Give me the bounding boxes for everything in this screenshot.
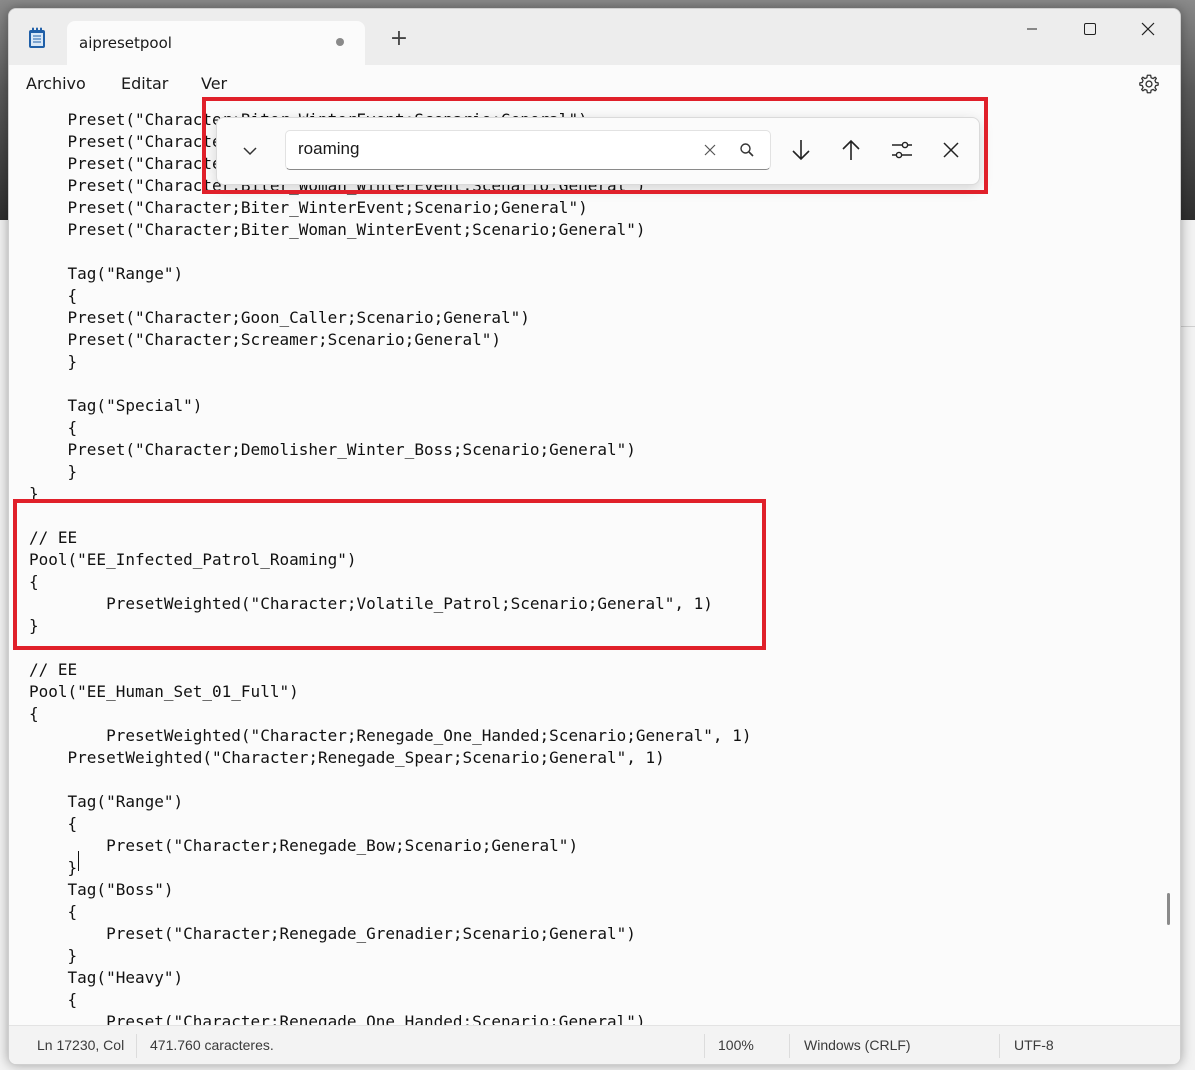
new-tab-button[interactable]: + (387, 28, 411, 53)
code-line: Tag("Heavy") (29, 968, 184, 987)
code-line: Preset("Character;Goon_Caller;Scenario;G… (29, 308, 530, 327)
status-bar: Ln 17230, Col 471.760 caracteres. 100% W… (9, 1025, 1180, 1064)
code-line: { (29, 704, 39, 723)
code-line: } (29, 352, 78, 371)
settings-gear-icon[interactable] (1138, 73, 1160, 95)
character-count: 471.760 caracteres. (150, 1037, 274, 1053)
status-separator (704, 1034, 705, 1058)
code-line: Preset("Character;Renegade_One_Handed;Sc… (29, 1012, 646, 1025)
code-line: { (29, 286, 78, 305)
status-separator (999, 1034, 1000, 1058)
status-separator (136, 1034, 137, 1058)
line-ending[interactable]: Windows (CRLF) (804, 1037, 911, 1053)
menu-editar[interactable]: Editar (121, 74, 168, 93)
unsaved-dot-icon[interactable] (336, 38, 344, 46)
notepad-icon (29, 27, 45, 48)
code-line: Preset("Character;Renegade_Grenadier;Sce… (29, 924, 636, 943)
annotation-highlight-code (13, 499, 766, 650)
code-line: PresetWeighted("Character;Renegade_Spear… (29, 748, 665, 767)
code-line: { (29, 814, 78, 833)
code-line: Tag("Range") (29, 792, 184, 811)
cursor-position[interactable]: Ln 17230, Col (37, 1037, 124, 1053)
code-line: { (29, 902, 78, 921)
code-line: } (29, 462, 78, 481)
close-icon (1141, 22, 1155, 36)
zoom-level[interactable]: 100% (718, 1037, 754, 1053)
vertical-scrollbar[interactable] (1167, 893, 1170, 925)
maximize-button[interactable] (1062, 9, 1118, 49)
code-line: PresetWeighted("Character;Renegade_One_H… (29, 726, 752, 745)
maximize-icon (1084, 23, 1096, 35)
minimize-icon (1027, 28, 1037, 30)
status-separator (789, 1034, 790, 1058)
code-line: Tag("Special") (29, 396, 203, 415)
code-line: } (29, 858, 78, 877)
background-divider (1180, 326, 1195, 327)
menu-ver[interactable]: Ver (201, 74, 227, 93)
code-line: Tag("Range") (29, 264, 184, 283)
code-line: // EE (29, 660, 78, 679)
code-line: Pool("EE_Human_Set_01_Full") (29, 682, 299, 701)
code-line: } (29, 946, 78, 965)
close-window-button[interactable] (1120, 9, 1176, 49)
text-caret (78, 851, 79, 871)
code-line: Preset("Character;Biter_WinterEvent;Scen… (29, 198, 588, 217)
encoding[interactable]: UTF-8 (1014, 1037, 1054, 1053)
code-line: Preset("Character;Biter_Woman_WinterEven… (29, 220, 646, 239)
code-line: Tag("Boss") (29, 880, 174, 899)
code-line: Preset("Character;Screamer;Scenario;Gene… (29, 330, 502, 349)
title-bar: aipresetpool + (9, 9, 1180, 65)
menu-archivo[interactable]: Archivo (26, 74, 86, 93)
document-tab[interactable]: aipresetpool (67, 21, 365, 65)
minimize-button[interactable] (1004, 9, 1060, 49)
code-line: Preset("Character;Demolisher_Winter_Boss… (29, 440, 636, 459)
code-line: { (29, 990, 78, 1009)
code-line: { (29, 418, 78, 437)
annotation-highlight-findbar (202, 97, 988, 194)
code-line: Preset("Character;Renegade_Bow;Scenario;… (29, 836, 579, 855)
tab-title: aipresetpool (79, 34, 172, 52)
